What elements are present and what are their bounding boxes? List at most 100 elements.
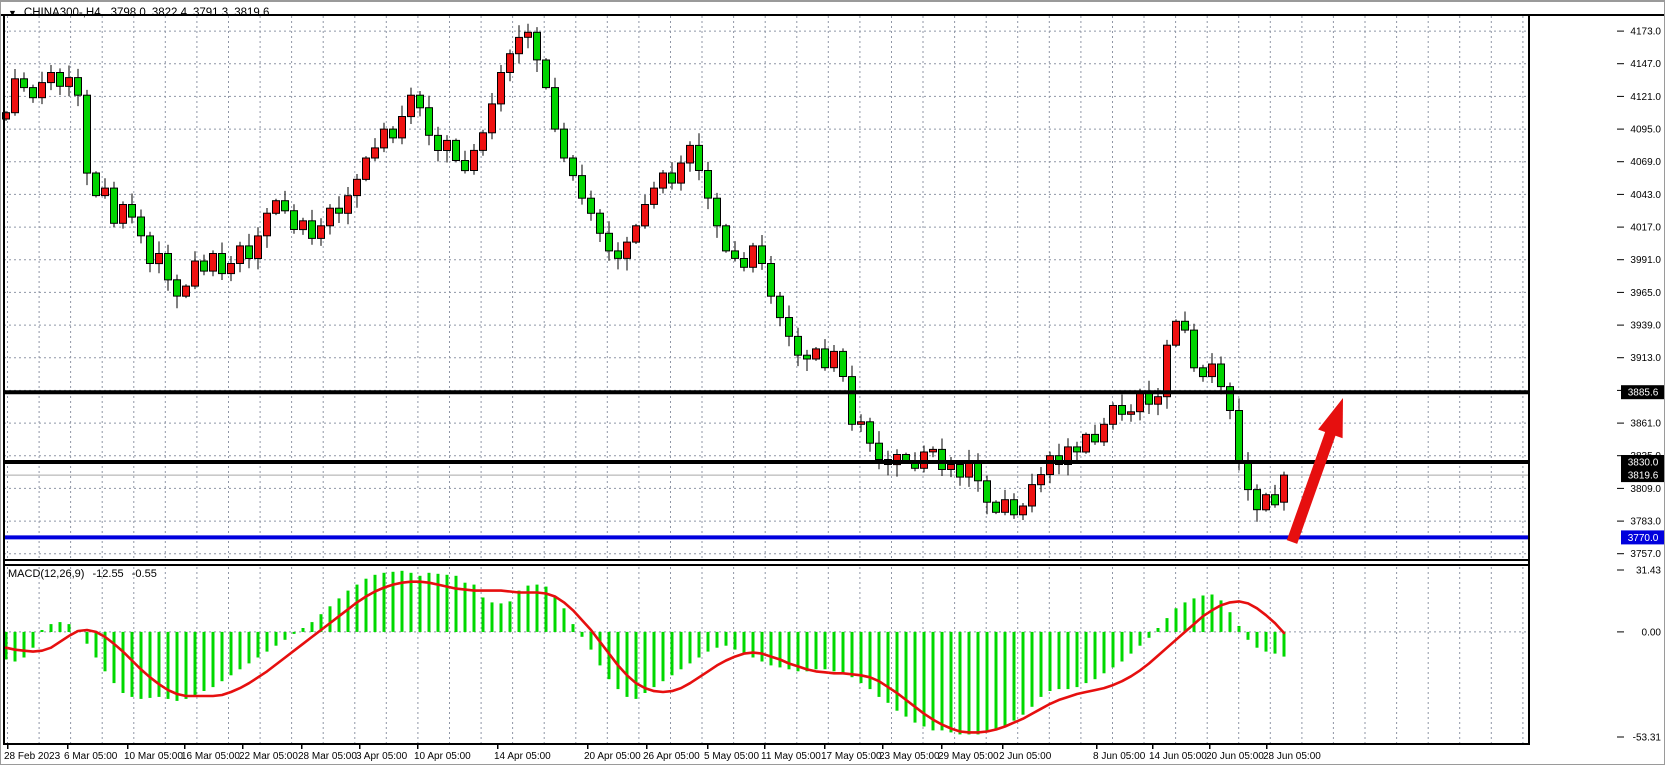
chart-canvas[interactable]: 4173.04147.04121.04095.04069.04043.04017… [1, 2, 1665, 765]
candle [12, 79, 19, 113]
macd-bar [950, 632, 953, 733]
macd-value: -12.55 [92, 568, 123, 580]
macd-bar [1193, 598, 1196, 632]
candle [1101, 424, 1108, 442]
macd-bottom-border [3, 743, 1530, 745]
candle [255, 236, 262, 259]
time-label: 23 May 05:00 [879, 751, 940, 762]
macd-bar [824, 632, 827, 669]
macd-bar [1274, 632, 1277, 654]
candle [552, 88, 559, 130]
candle [588, 198, 595, 213]
macd-bar [446, 575, 449, 632]
time-label: 2 Jun 05:00 [999, 751, 1052, 762]
macd-bar [842, 632, 845, 673]
candle [435, 135, 442, 150]
macd-bar [959, 632, 962, 735]
candle [759, 246, 766, 264]
macd-bar [554, 597, 557, 633]
macd-bar [833, 632, 836, 671]
trend-arrow[interactable] [1292, 398, 1343, 542]
candle [1092, 434, 1099, 442]
macd-bar [617, 632, 620, 689]
macd-bar [905, 632, 908, 717]
candle [354, 179, 361, 195]
macd-bar [149, 632, 152, 698]
candle [273, 201, 280, 214]
candle [1119, 406, 1126, 415]
candle [696, 145, 703, 170]
price-badge: 3830.0 [1621, 455, 1665, 469]
candle [309, 221, 316, 239]
macd-bar [1166, 618, 1169, 632]
candle [1209, 364, 1216, 377]
macd-bar [635, 632, 638, 699]
macd-indicator-label: MACD(12,26,9) -12.55 -0.55 [8, 568, 162, 580]
time-tick [1266, 745, 1268, 749]
macd-bar [509, 601, 512, 632]
price-tick-label: 4173.0 [1630, 27, 1661, 38]
macd-bar [869, 632, 872, 689]
candle [984, 481, 991, 502]
macd-top-border [3, 564, 1529, 566]
price-badge: 3819.6 [1621, 468, 1665, 482]
candle [651, 188, 658, 204]
candle [183, 286, 190, 296]
macd-bar [1247, 632, 1250, 640]
candle [777, 296, 784, 317]
macd-bar [806, 632, 809, 671]
macd-bar [365, 579, 368, 632]
price-tick-label: 3809.0 [1630, 484, 1661, 495]
macd-bar [1040, 632, 1043, 697]
macd-bar [68, 624, 71, 632]
candle [876, 443, 883, 459]
candle [165, 254, 172, 280]
macd-bar [1004, 632, 1007, 727]
macd-bar [1031, 632, 1034, 707]
chart-right-border [1528, 14, 1530, 745]
candle [723, 226, 730, 251]
candle [408, 95, 415, 116]
candle [471, 150, 478, 170]
macd-bar [689, 632, 692, 664]
macd-bar [671, 632, 674, 675]
price-tick-label: 4095.0 [1630, 125, 1661, 136]
macd-bar [1049, 632, 1052, 691]
macd-signal-value: -0.55 [132, 568, 157, 580]
candle [1218, 364, 1225, 387]
candle [453, 140, 460, 160]
candle [750, 246, 757, 267]
candle [210, 254, 217, 272]
candle [1236, 411, 1243, 461]
macd-bar [563, 608, 566, 632]
macd-bar [932, 632, 935, 731]
candle [1254, 490, 1261, 510]
time-label: 14 Jun 05:00 [1149, 751, 1207, 762]
pane-separator[interactable] [3, 559, 1529, 561]
macd-bar [1238, 626, 1241, 632]
candle [291, 211, 298, 230]
candle [264, 213, 271, 236]
macd-bar [716, 632, 719, 648]
macd-bar [329, 606, 332, 632]
candle [858, 422, 865, 425]
candle [939, 449, 946, 469]
time-label: 28 Feb 2023 [4, 751, 61, 762]
candle [57, 73, 64, 87]
macd-bar [491, 602, 494, 632]
candle [1020, 506, 1027, 515]
macd-bar [1103, 632, 1106, 673]
candle [1272, 495, 1279, 505]
macd-name: MACD(12,26,9) [8, 568, 84, 580]
candle [849, 377, 856, 425]
macd-bar [896, 632, 899, 711]
candle [813, 349, 820, 359]
candle [129, 205, 136, 218]
time-tick [1152, 745, 1154, 749]
price-tick-label: 3991.0 [1630, 255, 1661, 266]
candle [318, 226, 325, 239]
macd-bar [851, 632, 854, 677]
dropdown-arrow-icon[interactable]: ▼ [8, 9, 17, 18]
macd-bar [392, 572, 395, 632]
candle [147, 236, 154, 264]
